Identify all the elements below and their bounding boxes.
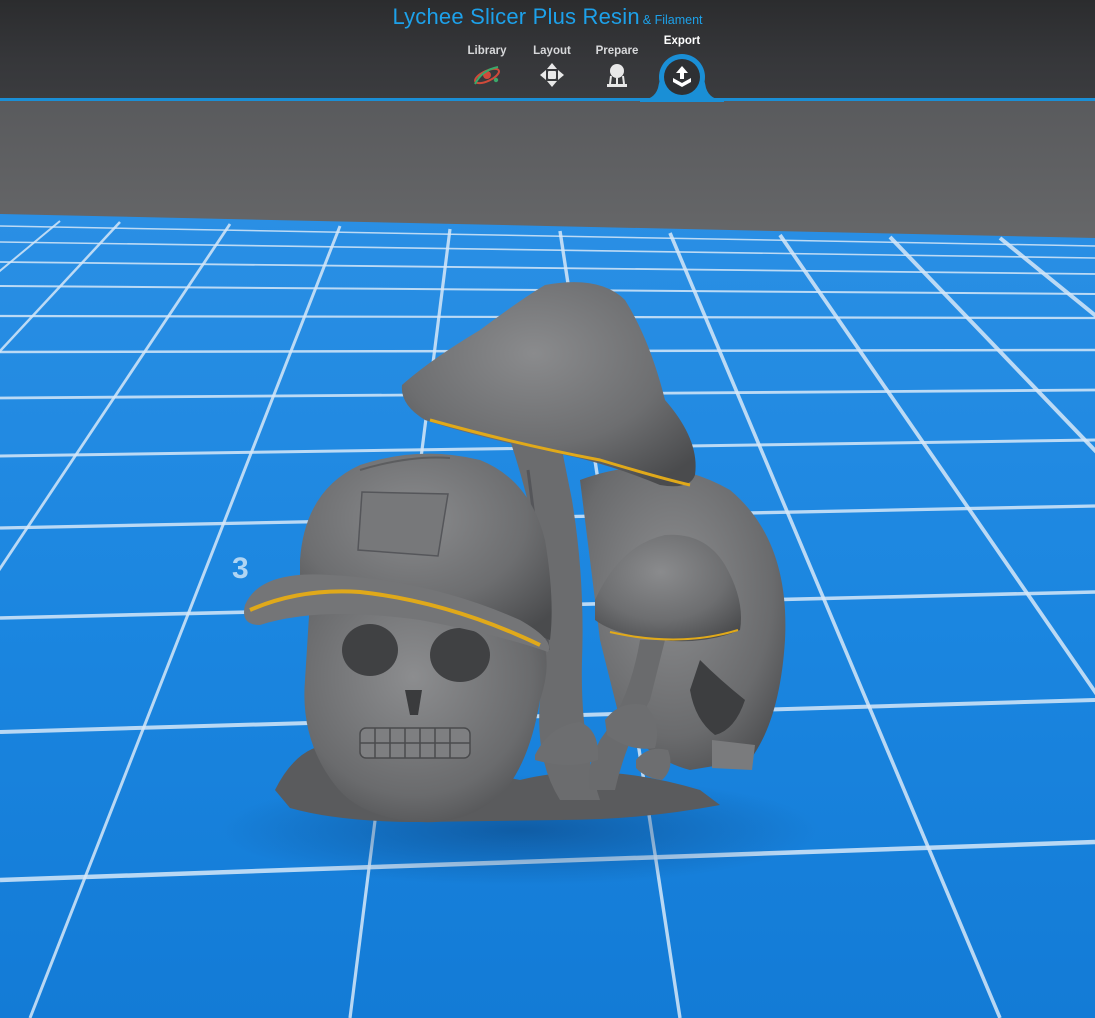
tab-export[interactable]: Export (650, 34, 714, 48)
tab-layout[interactable]: Layout (520, 44, 584, 88)
tab-layout-label: Layout (533, 45, 571, 57)
tab-library[interactable]: Library (455, 44, 519, 88)
app-title-main: Lychee Slicer Plus Resin (392, 4, 640, 29)
move-arrows-icon (540, 63, 564, 87)
app-title-sub: & Filament (642, 13, 703, 27)
app-window: 3 Lychee Slicer Plus Resin & Filament Li… (0, 0, 1095, 1018)
supports-icon (607, 64, 627, 87)
app-title: Lychee Slicer Plus Resin & Filament (0, 4, 1095, 30)
export-upload-icon (673, 66, 691, 87)
grid-label: 3 (232, 552, 249, 585)
library-icon (474, 66, 500, 85)
export-button-inner (664, 59, 700, 95)
cap-patch (357, 491, 449, 557)
3d-viewport[interactable]: 3 (0, 0, 1095, 1018)
header-accent-line (0, 98, 1095, 101)
tab-export-label: Export (663, 35, 701, 47)
tab-library-label: Library (467, 45, 507, 57)
top-toolbar: Lychee Slicer Plus Resin & Filament Libra… (0, 0, 1095, 100)
export-button[interactable] (659, 54, 705, 100)
